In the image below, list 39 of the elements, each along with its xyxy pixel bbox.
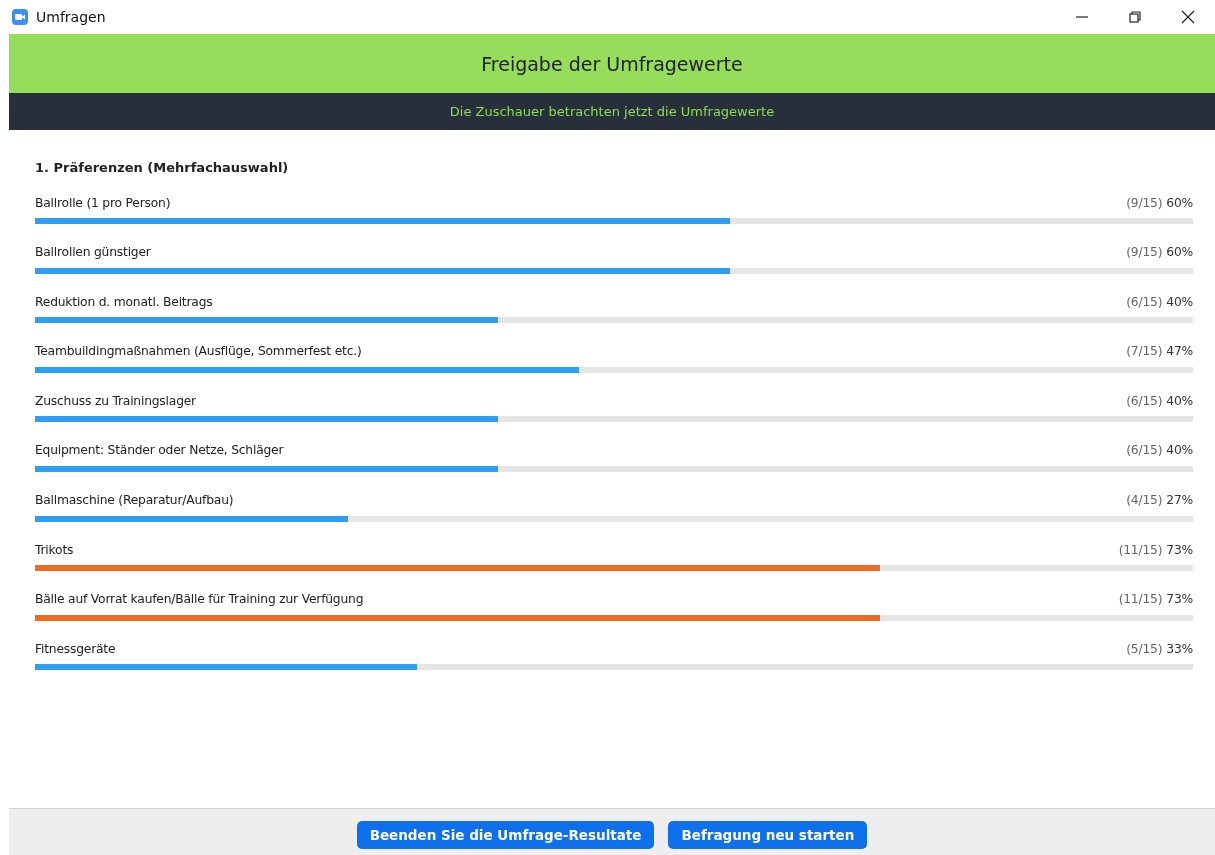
vote-percent: 73%	[1166, 592, 1193, 607]
status-text: Die Zuschauer betrachten jetzt die Umfragewerte	[449, 104, 775, 119]
action-button[interactable]: Befragung neu starten	[668, 821, 868, 849]
vote-count: (9/15)	[1126, 195, 1163, 210]
vote-count: (9/15)	[1126, 245, 1163, 260]
vote-percent: 27%	[1166, 493, 1193, 508]
answer-label: Ballmaschine (Reparatur/Aufbau)	[35, 493, 234, 508]
action-button[interactable]: Beenden Sie die Umfrage-Resultate	[356, 821, 655, 849]
answer-label: Ballrolle (1 pro Person)	[35, 195, 171, 210]
answer-label: Reduktion d. monatl. Beitrags	[35, 294, 213, 309]
answer-label: Equipment: Ständer oder Netze, Schläger	[35, 443, 284, 458]
answer-label: Zuschuss zu Trainingslager	[35, 393, 196, 408]
vote-count: (6/15)	[1126, 443, 1163, 458]
camera-app-icon	[12, 9, 28, 25]
vote-count: (4/15)	[1126, 493, 1163, 508]
vote-percent: 47%	[1166, 344, 1193, 359]
answer-label: Ballrollen günstiger	[35, 245, 151, 260]
vote-count: (11/15)	[1118, 592, 1163, 607]
vote-percent: 40%	[1166, 294, 1193, 309]
vote-count: (7/15)	[1126, 344, 1163, 359]
vote-count: (6/15)	[1126, 294, 1163, 309]
vote-percent: 60%	[1166, 245, 1193, 260]
question-title: 1. Präferenzen (Mehrfachauswahl)	[35, 160, 290, 175]
vote-count: (5/15)	[1126, 641, 1163, 656]
vote-percent: 73%	[1166, 542, 1193, 557]
vote-count: (6/15)	[1126, 393, 1163, 408]
vote-percent: 33%	[1166, 641, 1193, 656]
vote-percent: 40%	[1166, 393, 1193, 408]
vote-count: (11/15)	[1118, 542, 1163, 557]
answer-label: Bälle auf Vorrat kaufen/Bälle für Training zur Verfügung	[35, 592, 364, 607]
header-title: Freigabe der Umfragewerte	[481, 52, 743, 75]
answer-label: Teambuildingmaßnahmen (Ausflüge, Sommerfest etc.)	[35, 344, 362, 359]
close-icon[interactable]	[1181, 10, 1195, 24]
answer-label: Trikots	[35, 542, 74, 557]
restore-icon[interactable]	[1128, 10, 1142, 24]
answer-label: Fitnessgeräte	[35, 641, 116, 656]
vote-percent: 60%	[1166, 195, 1193, 210]
vote-percent: 40%	[1166, 443, 1193, 458]
window-title: Umfragen	[36, 9, 106, 25]
